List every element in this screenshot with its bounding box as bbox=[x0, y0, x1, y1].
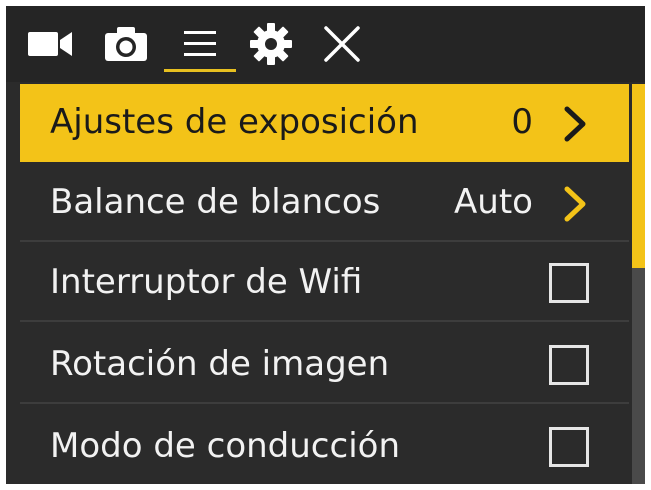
menu-item-value: Auto bbox=[454, 182, 533, 222]
scrollbar[interactable] bbox=[632, 84, 645, 484]
close-tab[interactable] bbox=[312, 6, 372, 82]
menu-item-label: Rotación de imagen bbox=[50, 344, 390, 384]
menu-icon bbox=[184, 31, 216, 56]
menu-item-label: Balance de blancos bbox=[50, 182, 381, 222]
menu-item-image-rotation[interactable]: Rotación de imagen bbox=[20, 326, 629, 404]
menu-item-label: Ajustes de exposición bbox=[50, 102, 419, 142]
menu-item-exposure[interactable]: Ajustes de exposición 0 bbox=[20, 84, 629, 162]
close-icon bbox=[324, 26, 360, 62]
menu-item-driving-mode[interactable]: Modo de conducción bbox=[20, 408, 629, 484]
system-settings-tab[interactable] bbox=[242, 6, 300, 82]
menu-item-value: 0 bbox=[511, 102, 533, 142]
chevron-right-icon bbox=[564, 106, 586, 142]
photo-camera-icon bbox=[105, 27, 147, 61]
video-camera-icon bbox=[28, 32, 72, 56]
camera-menu-screen: Ajustes de exposición 0 Balance de blanc… bbox=[6, 6, 645, 484]
menu-item-white-balance[interactable]: Balance de blancos Auto bbox=[20, 164, 629, 242]
wifi-checkbox[interactable] bbox=[549, 263, 589, 303]
gear-icon bbox=[250, 23, 292, 65]
video-mode-tab[interactable] bbox=[20, 6, 80, 82]
settings-list: Ajustes de exposición 0 Balance de blanc… bbox=[20, 84, 629, 484]
scrollbar-thumb[interactable] bbox=[632, 84, 645, 268]
menu-item-label: Modo de conducción bbox=[50, 426, 400, 466]
driving-mode-checkbox[interactable] bbox=[549, 427, 589, 467]
menu-item-label: Interruptor de Wifi bbox=[50, 262, 363, 302]
chevron-right-icon bbox=[564, 186, 586, 222]
top-toolbar bbox=[6, 6, 645, 82]
active-tab-indicator bbox=[164, 69, 236, 72]
menu-item-wifi-switch[interactable]: Interruptor de Wifi bbox=[20, 244, 629, 322]
photo-mode-tab[interactable] bbox=[96, 6, 156, 82]
rotation-checkbox[interactable] bbox=[549, 345, 589, 385]
